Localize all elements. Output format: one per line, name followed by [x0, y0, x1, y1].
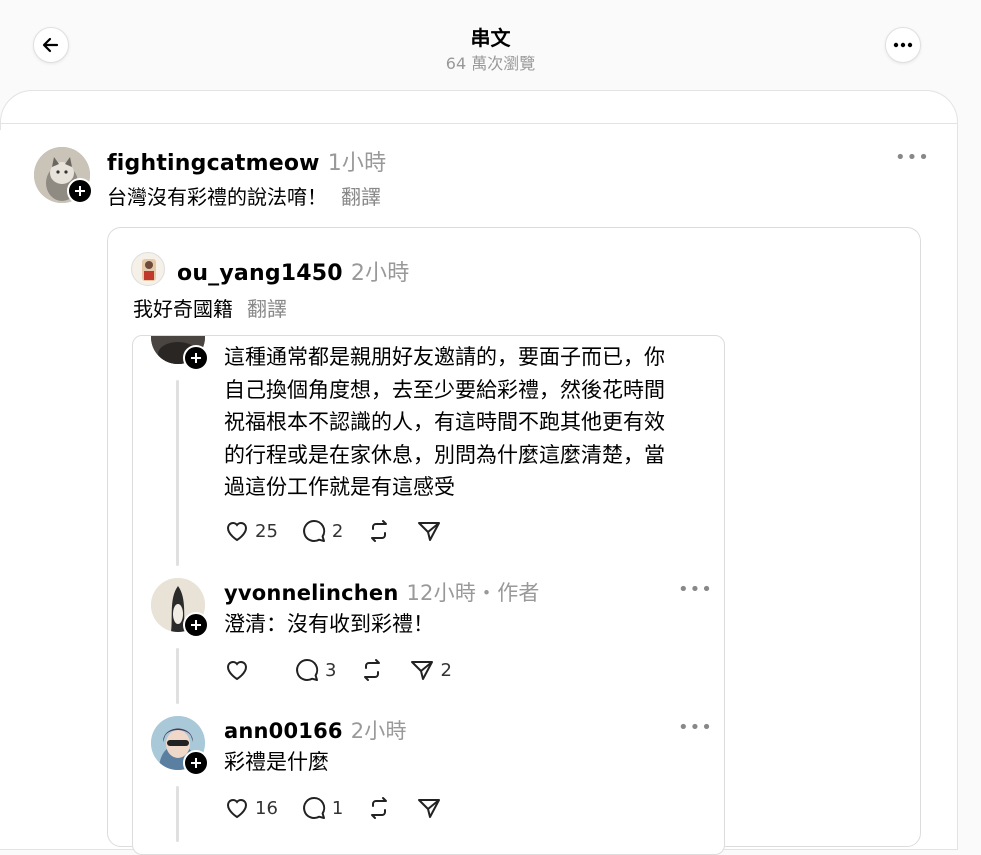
embedded-screenshot: 這種通常都是親朋好友邀請的，要面子而已，你 自己換個角度想，去至少要給彩禮，然後… [132, 335, 725, 855]
like-button[interactable]: 16 [223, 794, 278, 822]
plus-icon [191, 353, 201, 363]
follow-button [183, 345, 209, 371]
heart-icon [226, 661, 248, 681]
comment-icon [302, 519, 326, 542]
username[interactable]: yvonnelinchen [224, 581, 399, 605]
username[interactable]: ou_yang1450 [177, 261, 343, 286]
like-button[interactable] [223, 656, 251, 684]
action-bar: 16 1 [223, 794, 465, 822]
top-bar: 串文 64 萬次瀏覽 [0, 0, 981, 90]
post-time: 2小時 [350, 719, 407, 743]
share-button[interactable] [415, 517, 443, 545]
comment-button[interactable]: 3 [293, 656, 336, 684]
post-time: 12小時・作者 [406, 581, 540, 605]
send-icon [418, 522, 441, 541]
action-bar: 3 2 [223, 656, 474, 684]
comment-button[interactable]: 1 [300, 794, 343, 822]
send-icon [418, 799, 441, 818]
more-icon [893, 42, 913, 48]
post-text: 台灣沒有彩禮的說法唷！ [107, 185, 327, 209]
follow-button[interactable] [183, 750, 209, 776]
follow-button[interactable] [67, 178, 93, 204]
thread-line [176, 380, 179, 566]
repost-button[interactable] [365, 517, 393, 545]
view-count: 64 萬次瀏覽 [445, 54, 536, 73]
action-bar: 25 2 [223, 517, 465, 545]
username[interactable]: fightingcatmeow [107, 151, 320, 176]
comment-body: 這種通常都是親朋好友邀請的，要面子而已，你 自己換個角度想，去至少要給彩禮，然後… [224, 345, 665, 499]
plus-icon [191, 620, 201, 630]
heart-icon [226, 799, 248, 819]
post-options-icon[interactable]: ••• [678, 579, 713, 600]
post-options-icon[interactable]: ••• [895, 147, 930, 168]
reply-text: 彩禮是什麼 [224, 750, 329, 774]
repost-icon [364, 659, 381, 681]
divider [0, 123, 958, 124]
repost-button[interactable] [365, 794, 393, 822]
comment-button[interactable]: 2 [300, 517, 343, 545]
reply-text: 澄清：沒有收到彩禮！ [224, 612, 434, 636]
comment-icon [296, 658, 319, 681]
share-button[interactable] [415, 794, 443, 822]
username[interactable]: ann00166 [224, 719, 343, 743]
translate-link[interactable]: 翻譯 [341, 185, 381, 209]
avatar[interactable] [131, 252, 165, 286]
follow-button[interactable] [183, 612, 209, 638]
comment-icon [302, 796, 326, 819]
repost-button[interactable] [358, 656, 386, 684]
translate-link[interactable]: 翻譯 [247, 297, 287, 321]
thread-line [176, 648, 179, 704]
repost-icon [371, 797, 388, 819]
post-text: 我好奇國籍 [133, 297, 233, 321]
heart-icon [226, 522, 248, 542]
post-time: 2小時 [350, 261, 410, 286]
post-options-icon[interactable]: ••• [678, 717, 713, 738]
page-title: 串文 [470, 26, 511, 50]
send-icon [411, 661, 434, 680]
more-options-button[interactable] [885, 27, 921, 63]
like-button[interactable]: 25 [223, 517, 278, 545]
post-time: 1小時 [327, 151, 387, 176]
share-button[interactable]: 2 [408, 656, 452, 684]
plus-icon [191, 758, 201, 768]
plus-icon [75, 186, 85, 196]
repost-icon [371, 520, 388, 542]
